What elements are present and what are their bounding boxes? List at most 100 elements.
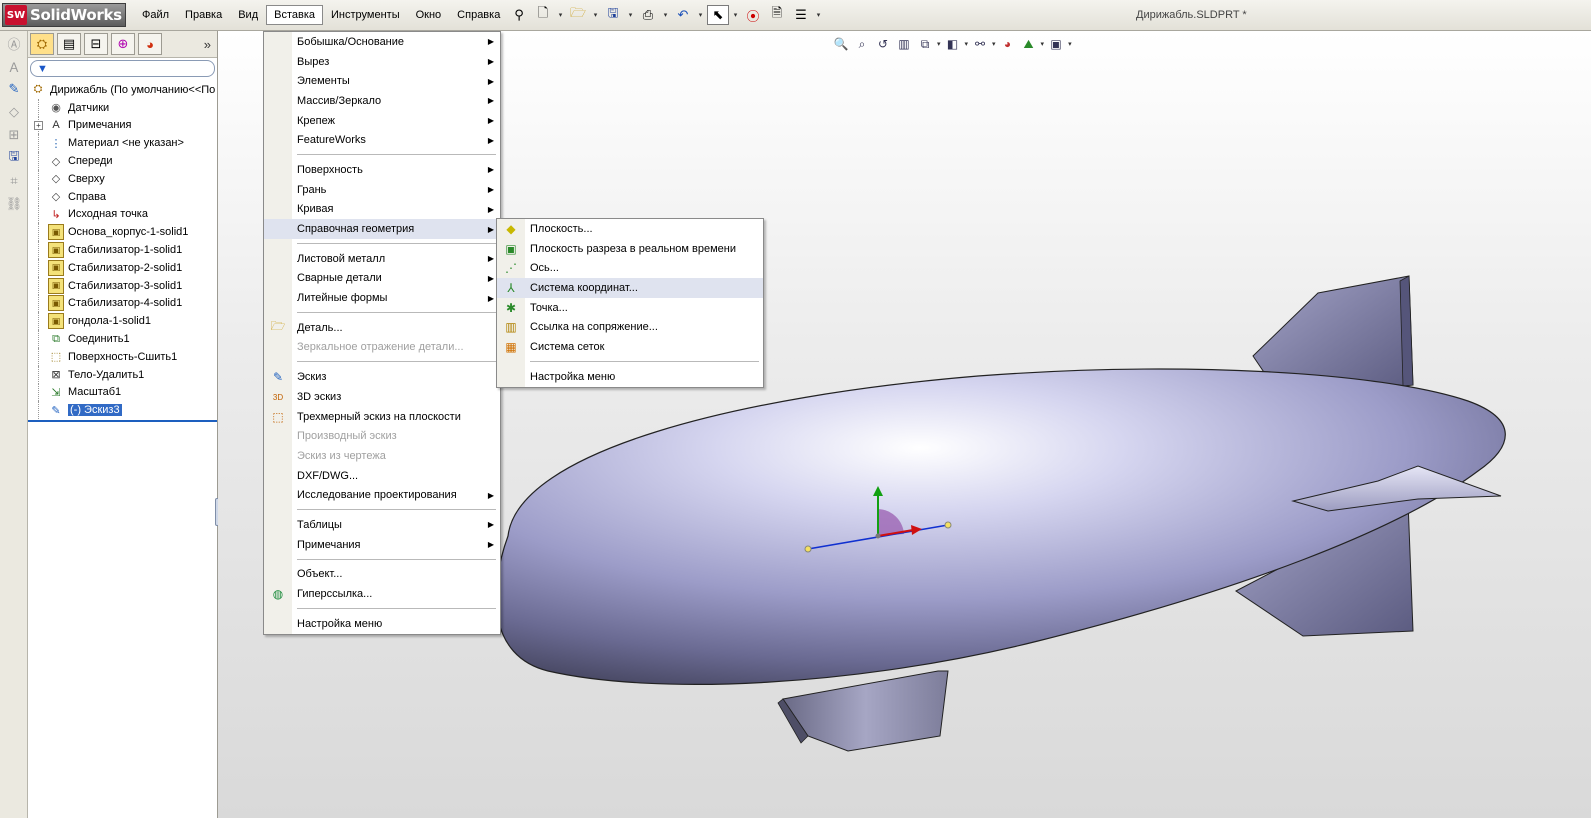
expand-toggle-icon[interactable]: + xyxy=(34,120,43,130)
menu-item[interactable]: 3D 3D эскиз xyxy=(264,387,500,407)
file-properties-icon[interactable]: 🗎 xyxy=(766,5,788,25)
menu-item[interactable]: Листовой металл ▶ xyxy=(264,249,500,269)
tree-node[interactable]: ⧉ Соединить1 xyxy=(28,330,217,348)
zoom-to-fit-icon[interactable]: 🔍 xyxy=(832,35,850,53)
menu-item[interactable]: Таблицы ▶ xyxy=(264,515,500,535)
edit-appearance-icon[interactable]: ◕ xyxy=(999,35,1017,53)
select-arrow-icon[interactable]: ⬉ xyxy=(707,5,729,25)
menu-item[interactable]: ▦ Система сеток xyxy=(497,337,763,357)
menu-item[interactable]: ✱ Точка... xyxy=(497,298,763,318)
menu-item[interactable]: Кривая ▶ xyxy=(264,200,500,220)
undo-dropdown-arrow[interactable]: ▾ xyxy=(696,11,705,19)
solidworks-logo[interactable]: SW SolidWorks xyxy=(2,3,126,27)
undo-icon[interactable]: ↶ xyxy=(672,5,694,25)
new-document-icon[interactable]: 🗋 xyxy=(532,5,554,25)
tree-node[interactable]: ◉ Датчики xyxy=(28,98,217,117)
menu-item[interactable]: ⬚ Трехмерный эскиз на плоскости xyxy=(264,407,500,427)
display-style-icon[interactable]: ◧ xyxy=(944,35,962,53)
open-folder-icon[interactable]: 🗁 xyxy=(567,5,589,25)
save-icon[interactable]: 🖫 xyxy=(602,5,624,25)
view-settings-dropdown[interactable]: ▾ xyxy=(1068,40,1072,48)
hyperlink-chain-icon[interactable]: ⛓ xyxy=(4,194,24,214)
rebuild-traffic-light-icon[interactable]: ⦿ xyxy=(742,5,764,25)
tree-node[interactable]: ⊠ Тело-Удалить1 xyxy=(28,365,217,384)
menu-item[interactable]: ⅄ Система координат... xyxy=(497,278,763,298)
options-icon[interactable]: ☰ xyxy=(790,5,812,25)
save-dropdown-arrow[interactable]: ▾ xyxy=(626,11,635,19)
tree-node[interactable]: ▣ Стабилизатор-3-solid1 xyxy=(28,276,217,295)
menu-item[interactable]: Поверхность ▶ xyxy=(264,160,500,180)
tree-node[interactable]: ◇ Справа xyxy=(28,187,217,206)
menu-item[interactable]: Исследование проектирования ▶ xyxy=(264,485,500,505)
view-orientation-dropdown[interactable]: ▾ xyxy=(937,40,941,48)
hide-show-items-icon[interactable]: ⚯ xyxy=(971,35,989,53)
menu-item[interactable]: Примечания ▶ xyxy=(264,535,500,555)
tree-node[interactable]: ▣ гондола-1-solid1 xyxy=(28,312,217,331)
property-manager-tab-icon[interactable]: ▤ xyxy=(57,33,81,55)
configuration-manager-tab-icon[interactable]: ⊟ xyxy=(84,33,108,55)
smart-dimension-icon[interactable]: Ⓐ xyxy=(4,33,24,53)
component-icon[interactable]: ⊞ xyxy=(4,125,24,145)
menu-item[interactable]: Бобышка/Основание ▶ xyxy=(264,32,500,52)
print-icon[interactable]: ⎙ xyxy=(637,5,659,25)
menu-3[interactable]: Вставка xyxy=(266,5,324,25)
menu-item[interactable]: DXF/DWG... xyxy=(264,466,500,486)
tree-node[interactable]: ✎ (-) Эскиз3 xyxy=(28,401,217,420)
menu-item[interactable]: Сварные детали ▶ xyxy=(264,269,500,289)
note-icon[interactable]: Ａ xyxy=(4,56,24,76)
pin-icon[interactable]: ⚲ xyxy=(508,5,530,25)
menu-item[interactable]: Настройка меню xyxy=(264,614,500,634)
tree-node[interactable]: ▣ Стабилизатор-2-solid1 xyxy=(28,258,217,277)
feature-manager-tab-icon[interactable]: ⛭ xyxy=(30,33,54,55)
menu-0[interactable]: Файл xyxy=(134,5,177,25)
menu-1[interactable]: Правка xyxy=(177,5,230,25)
open-sketch-icon[interactable]: ✎ xyxy=(4,79,24,99)
menu-item[interactable]: ⋰ Ось... xyxy=(497,258,763,278)
tree-node[interactable]: ▣ Стабилизатор-4-solid1 xyxy=(28,294,217,313)
menu-item[interactable]: Крепеж ▶ xyxy=(264,111,500,131)
tree-node[interactable]: ▣ Стабилизатор-1-solid1 xyxy=(28,241,217,259)
dimxpert-tab-icon[interactable]: ⊕ xyxy=(111,33,135,55)
reference-plane-icon[interactable]: ◇ xyxy=(4,102,24,122)
menu-2[interactable]: Вид xyxy=(230,5,266,25)
tree-node[interactable]: ◇ Сверху xyxy=(28,169,217,188)
view-settings-icon[interactable]: ▣ xyxy=(1047,35,1065,53)
view-orientation-icon[interactable]: ⧉ xyxy=(916,35,934,53)
tree-node[interactable]: ▣ Основа_корпус-1-solid1 xyxy=(28,223,217,242)
menu-6[interactable]: Справка xyxy=(449,5,508,25)
open-dropdown-arrow[interactable]: ▾ xyxy=(591,11,600,19)
new-dropdown-arrow[interactable]: ▾ xyxy=(556,11,565,19)
tree-node[interactable]: ⬚ Поверхность-Сшить1 xyxy=(28,347,217,366)
display-manager-tab-icon[interactable]: ◕ xyxy=(138,33,162,55)
menu-item[interactable]: Массив/Зеркало ▶ xyxy=(264,91,500,111)
hide-show-dropdown[interactable]: ▾ xyxy=(992,40,996,48)
tree-filter-box[interactable]: ▼ xyxy=(30,60,215,77)
apply-scene-icon[interactable]: ⛰ xyxy=(1020,35,1038,53)
menu-item[interactable]: Объект... xyxy=(264,565,500,585)
tree-node[interactable]: ⋮ Материал <не указан> xyxy=(28,134,217,153)
layout-icon[interactable]: ⌗ xyxy=(4,171,24,191)
tree-node[interactable]: ⇲ Масштаб1 xyxy=(28,383,217,402)
menu-item[interactable]: ▥ Ссылка на сопряжение... xyxy=(497,317,763,337)
menu-item[interactable]: Грань ▶ xyxy=(264,180,500,200)
menu-item[interactable]: FeatureWorks ▶ xyxy=(264,130,500,150)
tree-node[interactable]: ⛭ Дирижабль (По умолчанию<<По xyxy=(28,81,217,99)
zoom-area-icon[interactable]: ⌕ xyxy=(853,35,871,53)
more-tabs-chevron-icon[interactable]: » xyxy=(204,37,211,52)
menu-item[interactable]: ◍ Гиперссылка... xyxy=(264,584,500,604)
menu-item[interactable]: Вырез ▶ xyxy=(264,52,500,72)
menu-item[interactable]: 🗁 Деталь... xyxy=(264,318,500,338)
menu-item[interactable]: Настройка меню xyxy=(497,367,763,387)
tree-rollback-bar[interactable] xyxy=(28,420,217,423)
section-view-icon[interactable]: ▥ xyxy=(895,35,913,53)
save-state-icon[interactable]: 🖫 xyxy=(4,148,24,168)
menu-item[interactable]: Элементы ▶ xyxy=(264,71,500,91)
menu-item[interactable]: ▣ Плоскость разреза в реальном времени xyxy=(497,239,763,259)
menu-item[interactable]: ◆ Плоскость... xyxy=(497,219,763,239)
previous-view-icon[interactable]: ↺ xyxy=(874,35,892,53)
options-dropdown-arrow[interactable]: ▾ xyxy=(814,11,823,19)
menu-item[interactable]: Литейные формы ▶ xyxy=(264,288,500,308)
menu-5[interactable]: Окно xyxy=(408,5,450,25)
select-dropdown-arrow[interactable]: ▾ xyxy=(731,11,740,19)
menu-4[interactable]: Инструменты xyxy=(323,5,408,25)
